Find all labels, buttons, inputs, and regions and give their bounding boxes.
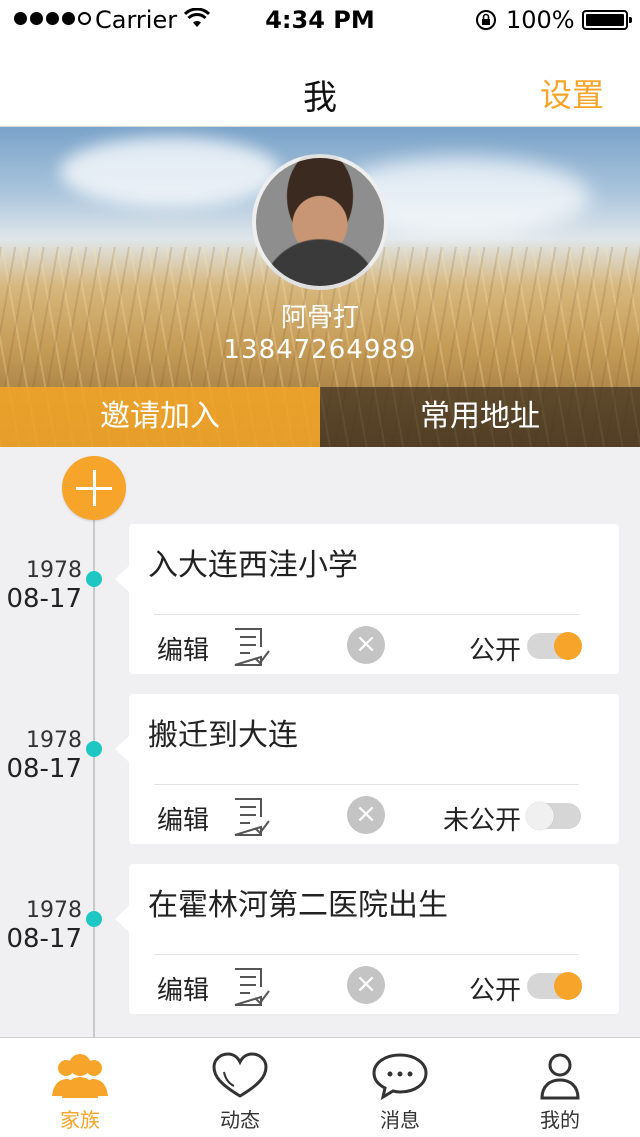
timeline-node: [86, 911, 102, 927]
battery-percent: 100%: [506, 6, 575, 34]
person-icon: [540, 1053, 580, 1100]
address-button[interactable]: 常用地址: [320, 387, 640, 447]
visibility-label: 公开: [468, 976, 521, 1006]
tab-activity[interactable]: 动态: [160, 1038, 320, 1137]
family-icon: [52, 1054, 108, 1098]
tab-mine[interactable]: 我的: [480, 1038, 640, 1137]
rotation-lock-icon: [476, 10, 496, 30]
edit-button[interactable]: 编辑: [157, 800, 209, 837]
tab-label: 消息: [380, 1108, 420, 1132]
visibility-label: 公开: [468, 636, 521, 666]
timeline-node: [86, 571, 102, 587]
tab-label: 家族: [60, 1108, 100, 1132]
entry-text: 搬迁到大连: [148, 718, 298, 753]
entry-year: 1978: [26, 898, 82, 923]
entry-year: 1978: [26, 558, 82, 583]
tab-label: 动态: [220, 1108, 260, 1132]
tab-bar: 家族 动态 消息 我的: [0, 1037, 640, 1137]
heart-icon: [212, 1052, 268, 1098]
edit-note-icon[interactable]: [232, 797, 272, 837]
entry-card[interactable]: 入大连西洼小学 编辑 × 公开: [115, 524, 619, 674]
delete-button[interactable]: ×: [347, 796, 385, 834]
entry-text: 入大连西洼小学: [148, 548, 358, 583]
delete-button[interactable]: ×: [347, 966, 385, 1004]
divider: [154, 954, 579, 955]
entry-card[interactable]: 搬迁到大连 编辑 × 未公开: [115, 694, 619, 844]
chat-bubble-icon: [372, 1053, 428, 1100]
delete-button[interactable]: ×: [347, 626, 385, 664]
timeline-entry: 1978 08-17 搬迁到大连 编辑 × 未公开: [0, 694, 640, 844]
entry-year: 1978: [26, 728, 82, 753]
tab-family[interactable]: 家族: [0, 1038, 160, 1137]
edit-note-icon[interactable]: [232, 967, 272, 1007]
battery-icon: [582, 10, 632, 30]
tab-label: 我的: [540, 1108, 580, 1132]
entry-card[interactable]: 在霍林河第二医院出生 编辑 × 公开: [115, 864, 619, 1014]
background-cloud: [60, 137, 280, 207]
invite-button[interactable]: 邀请加入: [0, 387, 320, 447]
timeline-entry: 1978 08-17 入大连西洼小学 编辑 × 公开: [0, 524, 640, 674]
entry-text: 在霍林河第二医院出生: [148, 888, 448, 923]
tab-messages[interactable]: 消息: [320, 1038, 480, 1137]
edit-button[interactable]: 编辑: [157, 970, 209, 1007]
timeline-entry: 1978 08-17 在霍林河第二医院出生 编辑 × 公开: [0, 864, 640, 1014]
visibility-label: 未公开: [442, 806, 521, 836]
visibility-toggle[interactable]: [527, 632, 582, 660]
timeline-node: [86, 741, 102, 757]
edit-button[interactable]: 编辑: [157, 630, 209, 667]
settings-button[interactable]: 设置: [540, 70, 604, 116]
entry-date: 08-17: [6, 924, 82, 954]
status-bar: Carrier 4:34 PM 100%: [0, 0, 640, 40]
divider: [154, 784, 579, 785]
avatar[interactable]: [252, 154, 388, 290]
visibility-toggle[interactable]: [526, 802, 581, 830]
add-event-button[interactable]: [62, 456, 126, 520]
navigation-bar: 我 设置: [0, 40, 640, 127]
visibility-toggle[interactable]: [527, 972, 582, 1000]
profile-name: 阿骨打: [280, 303, 359, 333]
profile-header: 阿骨打 13847264989 邀请加入 常用地址: [0, 127, 640, 447]
divider: [154, 614, 579, 615]
entry-date: 08-17: [6, 754, 82, 784]
profile-phone: 13847264989: [223, 335, 417, 365]
edit-note-icon[interactable]: [232, 627, 272, 667]
entry-date: 08-17: [6, 584, 82, 614]
